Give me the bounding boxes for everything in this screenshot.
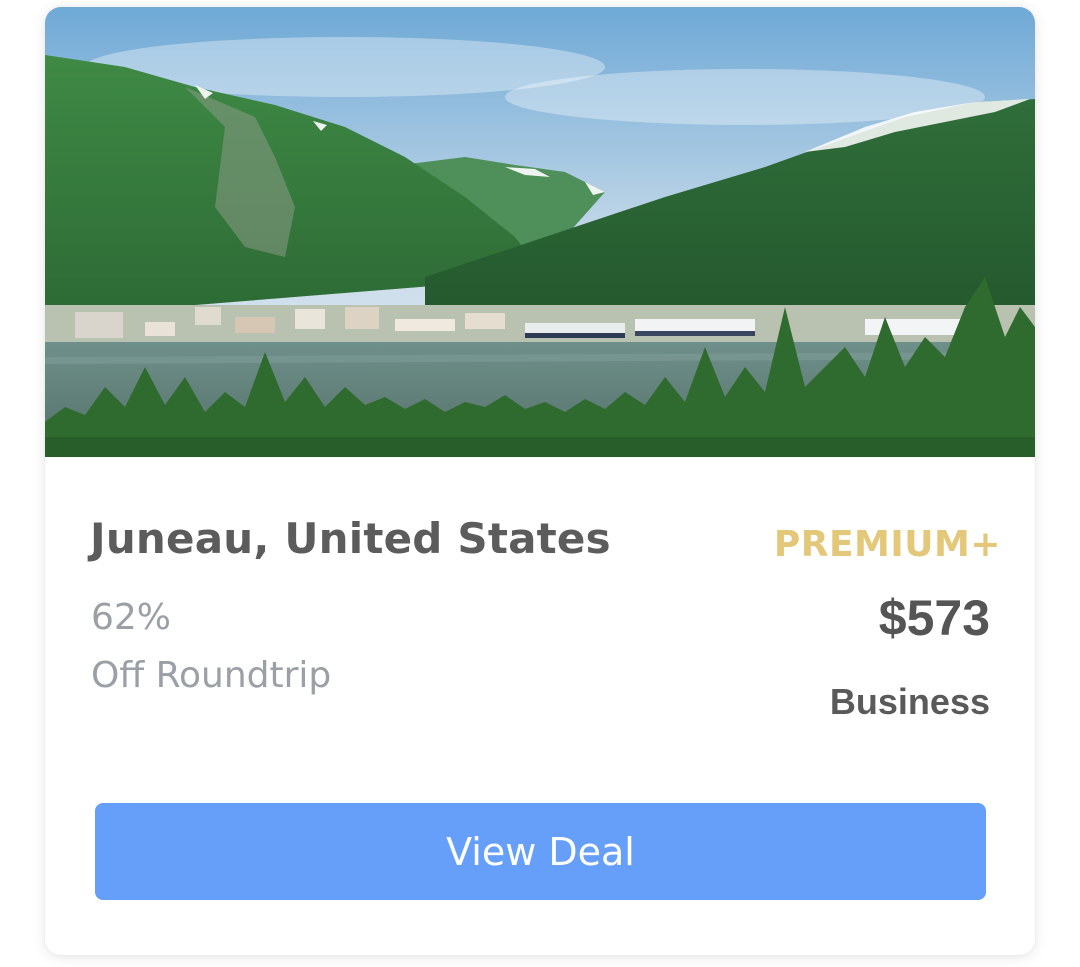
destination-photo: [45, 7, 1035, 457]
tier-badge: PREMIUM+: [773, 524, 1001, 565]
discount-percent: 62%: [91, 597, 172, 638]
cabin-class: Business: [829, 681, 990, 722]
view-deal-button[interactable]: View Deal: [95, 803, 986, 900]
deal-price: $573: [878, 590, 990, 646]
deal-card: Juneau, United States 62% Off Roundtrip …: [45, 7, 1035, 955]
destination-city: Juneau, United States: [90, 514, 611, 563]
trip-type-label: Off Roundtrip: [91, 655, 332, 696]
